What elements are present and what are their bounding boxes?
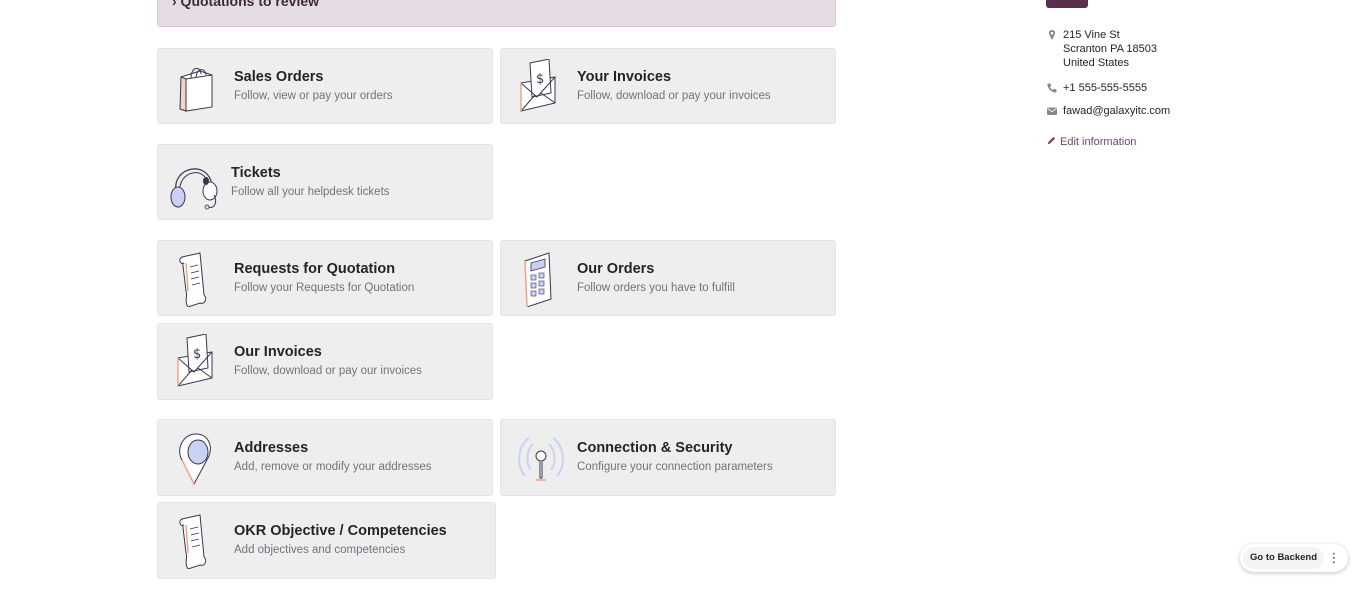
card-tickets[interactable]: Tickets Follow all your helpdesk tickets (157, 144, 493, 220)
card-our-orders[interactable]: Our Orders Follow orders you have to ful… (500, 240, 836, 316)
card-our-invoices[interactable]: $ Our Invoices Follow, download or pay o… (157, 323, 493, 400)
card-title: Our Orders (577, 261, 655, 277)
backend-toolbar: Go to Backend ⋮ (1240, 544, 1348, 572)
address-line: United States (1063, 57, 1130, 69)
card-description: Follow, download or pay your invoices (577, 90, 771, 102)
headset-icon (170, 168, 218, 210)
invoice-envelope-icon: $ (177, 334, 213, 387)
card-title: Sales Orders (234, 69, 324, 85)
kebab-menu-icon[interactable]: ⋮ (1324, 548, 1344, 568)
avatar (1046, 0, 1088, 8)
address-line: 215 Vine St (1063, 29, 1120, 41)
card-okr-objective-competencies[interactable]: OKR Objective / Competencies Add objecti… (157, 502, 496, 579)
card-description: Follow, view or pay your orders (234, 90, 393, 102)
shopping-bag-icon (179, 67, 213, 112)
antenna-signal-icon (518, 437, 564, 481)
card-sales-orders[interactable]: Sales Orders Follow, view or pay your or… (157, 48, 493, 124)
svg-text:$: $ (193, 347, 201, 362)
card-description: Follow all your helpdesk tickets (231, 186, 390, 198)
phone-icon (1047, 83, 1057, 93)
card-title: Our Invoices (234, 344, 322, 360)
card-title: Tickets (231, 165, 281, 181)
quotations-alert[interactable]: › Quotations to review (157, 0, 836, 27)
calculator-icon (524, 252, 552, 307)
card-title: Your Invoices (577, 69, 672, 85)
email-address: fawad@galaxyitc.com (1063, 105, 1171, 117)
svg-text:$: $ (536, 72, 544, 87)
scroll-document-icon (179, 514, 207, 569)
pencil-icon (1047, 136, 1056, 145)
card-description: Add objectives and competencies (234, 544, 406, 556)
card-requests-for-quotation[interactable]: Requests for Quotation Follow your Reque… (157, 240, 493, 316)
card-addresses[interactable]: Addresses Add, remove or modify your add… (157, 419, 493, 496)
map-marker-icon (1048, 30, 1056, 40)
alert-text: › Quotations to review (172, 0, 320, 9)
card-your-invoices[interactable]: $ Your Invoices Follow, download or pay … (500, 48, 836, 124)
card-title: OKR Objective / Competencies (234, 523, 447, 539)
phone-number: +1 555-555-5555 (1063, 82, 1148, 94)
card-title: Requests for Quotation (234, 261, 396, 277)
card-connection-security[interactable]: Connection & Security Configure your con… (500, 419, 836, 496)
invoice-envelope-icon: $ (520, 59, 556, 112)
go-to-backend-button[interactable]: Go to Backend (1243, 547, 1325, 569)
card-description: Configure your connection parameters (577, 461, 773, 473)
card-description: Follow, download or pay our invoices (234, 365, 422, 377)
card-description: Follow your Requests for Quotation (234, 282, 415, 294)
edit-information-link[interactable]: Edit information (1046, 135, 1136, 148)
envelope-icon (1047, 107, 1057, 115)
card-description: Follow orders you have to fulfill (577, 282, 735, 294)
address-line: Scranton PA 18503 (1063, 43, 1157, 55)
edit-information-label: Edit information (1060, 136, 1137, 148)
map-pin-icon (179, 433, 211, 486)
card-title: Addresses (234, 440, 309, 456)
scroll-document-icon (179, 252, 207, 307)
card-title: Connection & Security (577, 440, 733, 456)
card-description: Add, remove or modify your addresses (234, 461, 432, 473)
